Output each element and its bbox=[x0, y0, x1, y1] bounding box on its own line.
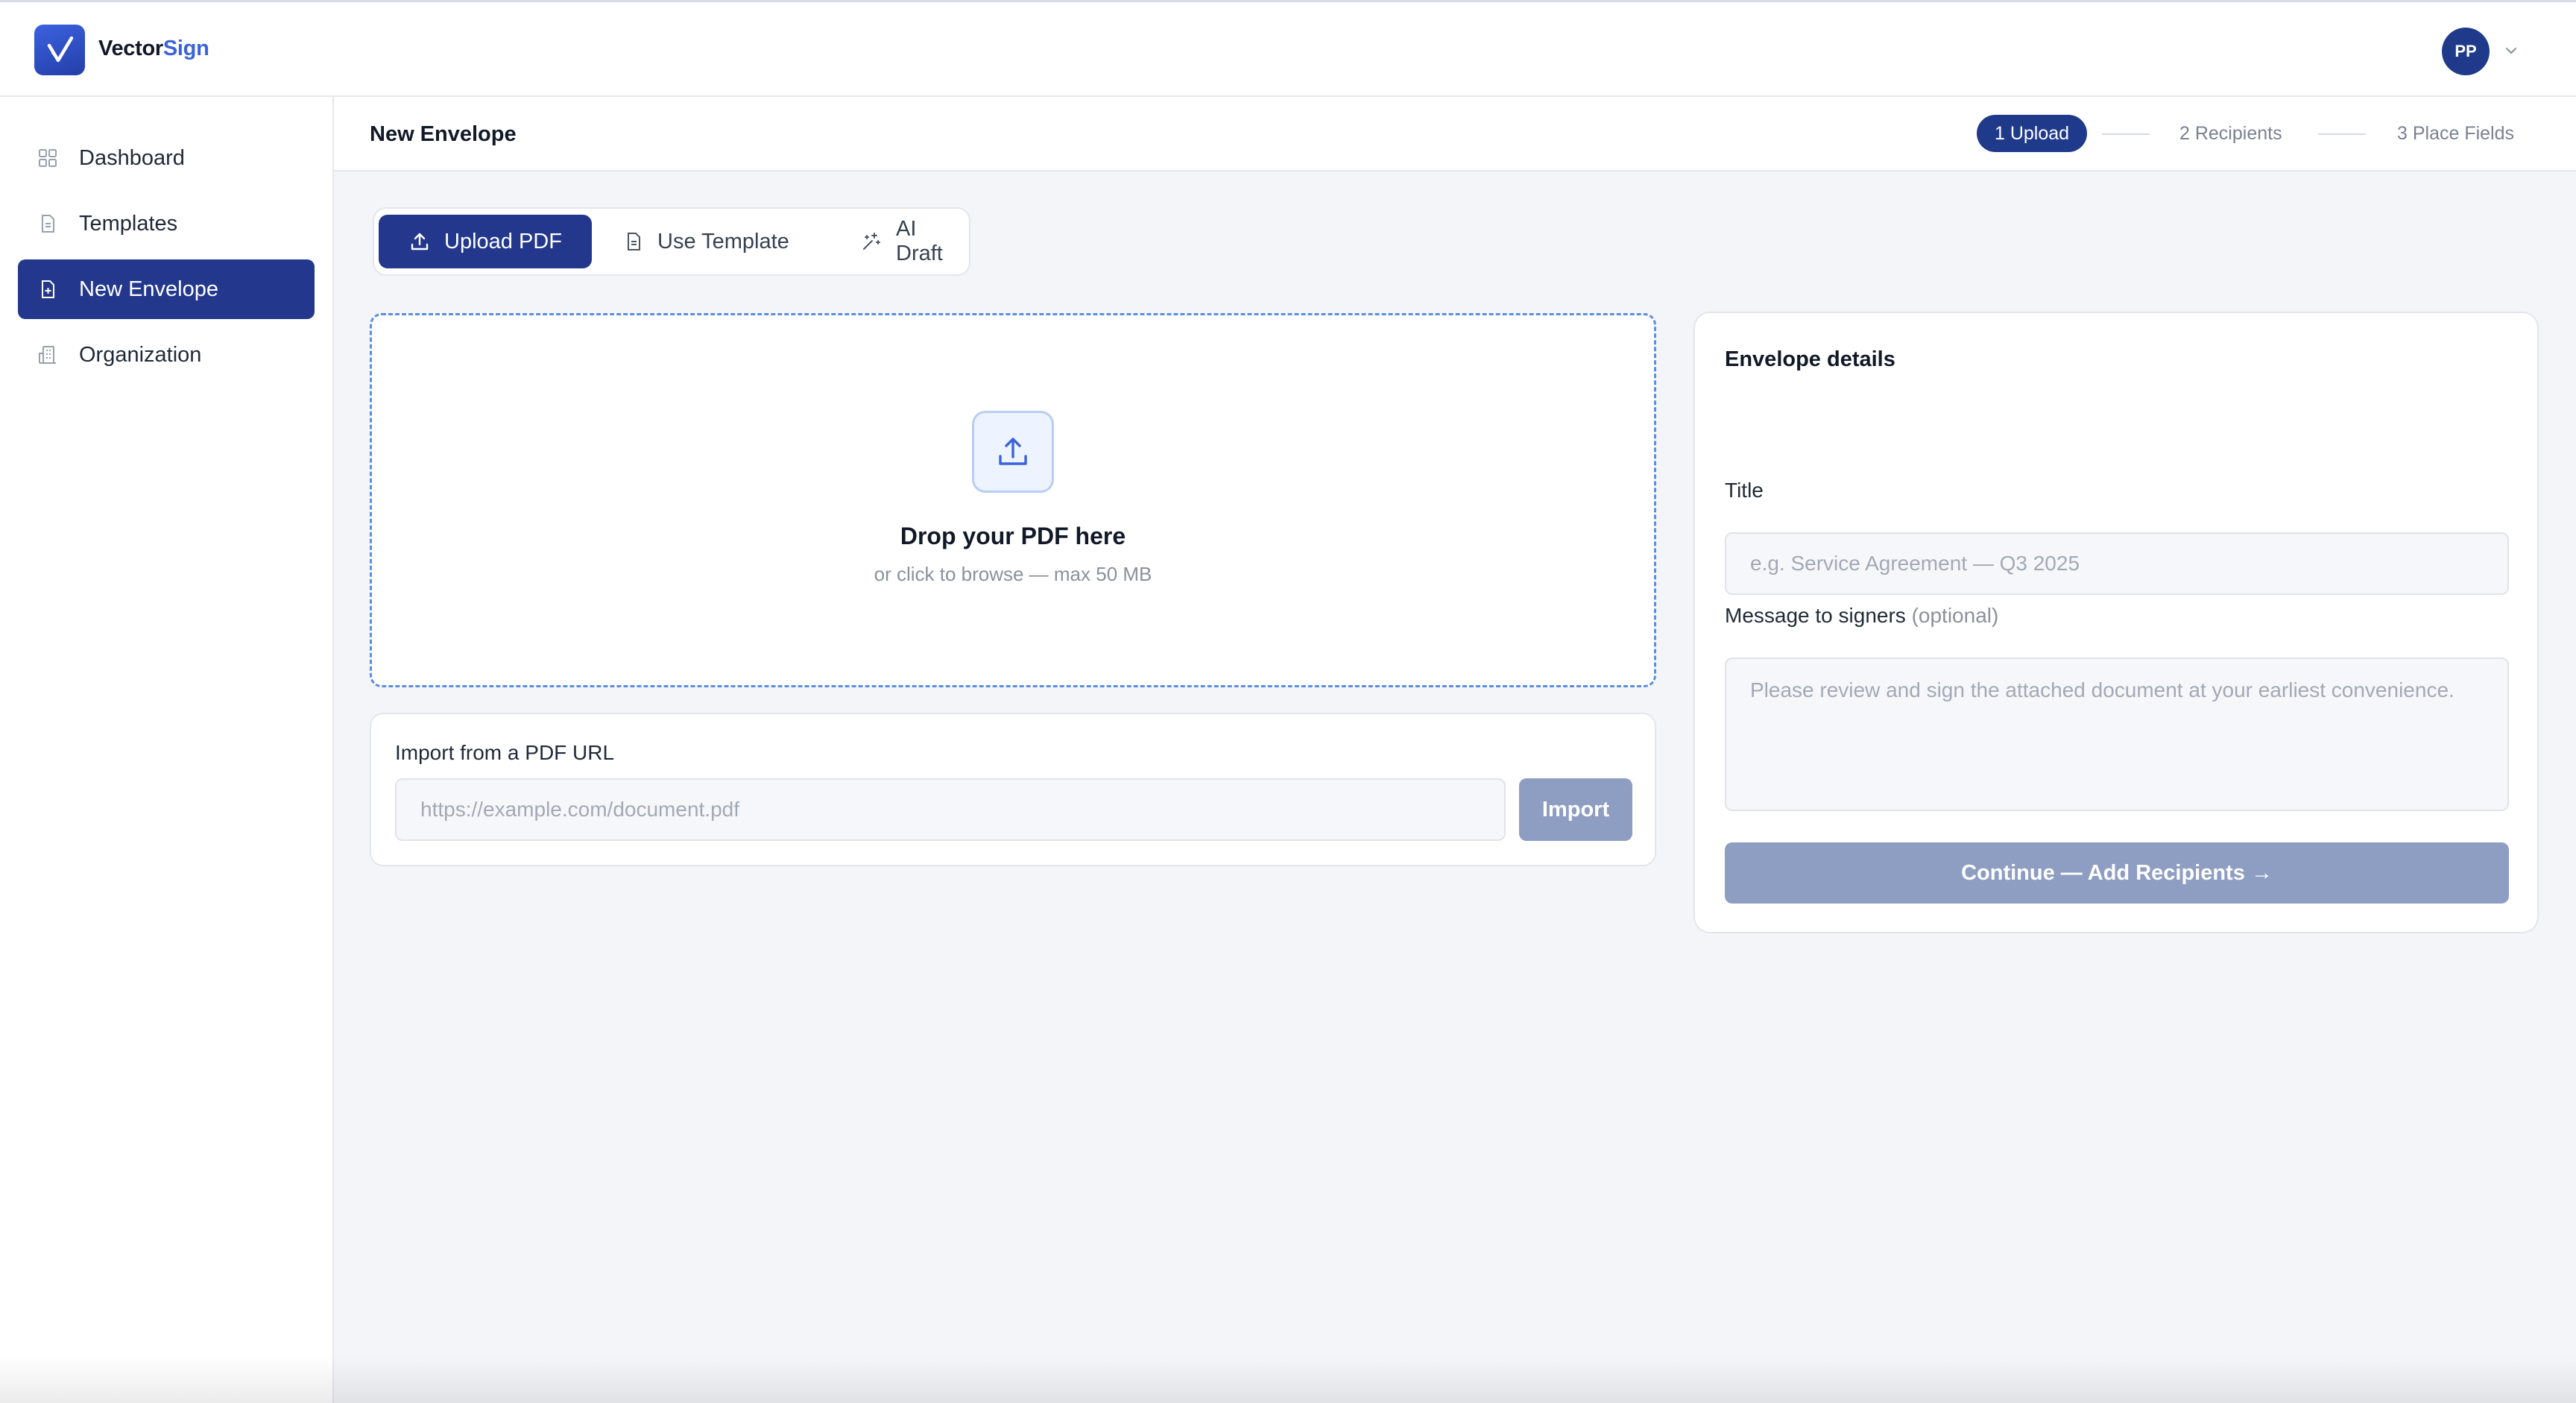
title-input[interactable] bbox=[1725, 532, 2509, 595]
source-tabs: Upload PDF Use Template AI Draft bbox=[373, 207, 970, 276]
grid-icon bbox=[36, 146, 60, 170]
optional-hint: (optional) bbox=[1911, 604, 1999, 627]
file-plus-icon bbox=[36, 277, 60, 301]
page-header: New Envelope 1 Upload 2 Recipients 3 Pla… bbox=[334, 97, 2576, 171]
step-recipients[interactable]: 2 Recipients bbox=[2179, 115, 2282, 152]
tab-label: Upload PDF bbox=[444, 229, 562, 253]
sidebar-item-organization[interactable]: Organization bbox=[18, 325, 315, 385]
document-icon bbox=[623, 231, 644, 252]
envelope-details-title: Envelope details bbox=[1725, 347, 1895, 371]
page-title: New Envelope bbox=[370, 122, 517, 146]
step-upload[interactable]: 1 Upload bbox=[1977, 115, 2088, 152]
pdf-dropzone[interactable]: Drop your PDF here or click to browse — … bbox=[370, 313, 1656, 687]
brand-suffix: Sign bbox=[162, 37, 209, 60]
top-bar: VectorSign PP bbox=[0, 0, 2576, 97]
import-url-card: Import from a PDF URL Import bbox=[370, 713, 1656, 866]
dropzone-subtitle: or click to browse — max 50 MB bbox=[874, 563, 1152, 585]
message-label-text: Message to signers bbox=[1725, 604, 1906, 627]
import-url-label: Import from a PDF URL bbox=[395, 741, 615, 764]
tab-upload-pdf[interactable]: Upload PDF bbox=[379, 215, 592, 268]
dropzone-title: Drop your PDF here bbox=[900, 523, 1126, 549]
envelope-details-card: Envelope details Title Message to signer… bbox=[1693, 312, 2539, 933]
sparkle-icon bbox=[860, 230, 883, 253]
brand-prefix: Vector bbox=[98, 37, 163, 60]
building-icon bbox=[36, 343, 60, 367]
sidebar-item-dashboard[interactable]: Dashboard bbox=[18, 128, 315, 188]
tab-label: AI Draft bbox=[896, 217, 943, 265]
chevron-down-icon[interactable] bbox=[2503, 42, 2519, 63]
document-icon bbox=[36, 212, 60, 236]
sidebar-item-label: Templates bbox=[79, 211, 178, 236]
continue-button[interactable]: Continue — Add Recipients → bbox=[1725, 842, 2509, 904]
sidebar-item-new-envelope[interactable]: New Envelope bbox=[18, 259, 315, 319]
step-connector bbox=[2102, 133, 2150, 135]
title-label: Title bbox=[1725, 479, 1764, 502]
step-place-fields[interactable]: 3 Place Fields bbox=[2397, 115, 2514, 152]
sidebar-item-label: New Envelope bbox=[79, 277, 218, 301]
import-button[interactable]: Import bbox=[1519, 778, 1632, 841]
message-label: Message to signers (optional) bbox=[1725, 604, 1998, 628]
tab-ai-draft[interactable]: AI Draft bbox=[860, 215, 969, 268]
upload-icon bbox=[408, 230, 431, 253]
import-url-input[interactable] bbox=[395, 778, 1506, 841]
sidebar-item-label: Organization bbox=[79, 342, 202, 367]
sidebar-item-label: Dashboard bbox=[79, 145, 185, 170]
sidebar-item-templates[interactable]: Templates bbox=[18, 194, 315, 253]
upload-icon bbox=[972, 411, 1054, 493]
brand-name: VectorSign bbox=[98, 37, 209, 61]
sidebar: Dashboard Templates New Envelope Organiz… bbox=[0, 97, 334, 1403]
step-connector bbox=[2318, 133, 2366, 135]
checkmark-logo-icon[interactable] bbox=[34, 25, 85, 75]
tab-use-template[interactable]: Use Template bbox=[623, 215, 789, 268]
tab-label: Use Template bbox=[657, 229, 789, 253]
avatar[interactable]: PP bbox=[2442, 28, 2490, 75]
main-content: New Envelope 1 Upload 2 Recipients 3 Pla… bbox=[334, 97, 2576, 1403]
message-input[interactable] bbox=[1725, 658, 2509, 811]
